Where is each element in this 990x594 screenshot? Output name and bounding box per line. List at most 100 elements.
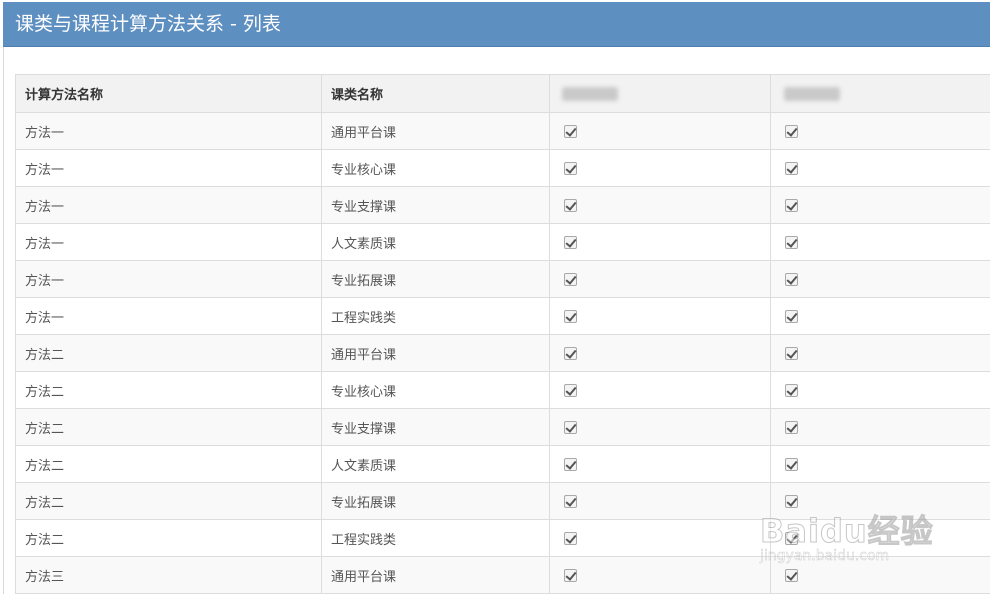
redacted-header-label: [784, 86, 840, 101]
cell-column-3-checkbox: [549, 297, 771, 335]
checkbox[interactable]: [785, 568, 798, 582]
cell-column-4-checkbox: [770, 149, 990, 187]
left-border: [3, 47, 4, 594]
cell-course-type: 通用平台课: [321, 112, 550, 150]
cell-column-3-checkbox: [549, 334, 771, 372]
table-row: 方法一 专业支撑课: [15, 186, 990, 224]
cell-course-type: 人文素质课: [321, 445, 550, 483]
cell-method-name: 方法一: [15, 186, 322, 224]
table-row: 方法二 专业支撑课: [15, 408, 990, 446]
checkbox[interactable]: [785, 198, 798, 212]
cell-course-type: 专业核心课: [321, 149, 550, 187]
cell-column-3-checkbox: [549, 556, 771, 594]
checkbox[interactable]: [564, 309, 577, 323]
table-body: 方法一 通用平台课 方法一 专业核心课 方法一 专业支撑课 方法一 人文素质课 方法一 专业拓展课…: [15, 112, 990, 594]
header-course-type: 课类名称: [321, 74, 550, 113]
cell-method-name: 方法一: [15, 223, 322, 261]
cell-method-name: 方法一: [15, 297, 322, 335]
cell-column-3-checkbox: [549, 519, 771, 557]
cell-column-3-checkbox: [549, 408, 771, 446]
checkbox[interactable]: [564, 494, 577, 508]
cell-column-4-checkbox: [770, 408, 990, 446]
cell-course-type: 通用平台课: [321, 334, 550, 372]
checkbox[interactable]: [564, 568, 577, 582]
cell-column-4-checkbox: [770, 112, 990, 150]
cell-column-4-checkbox: [770, 371, 990, 409]
checkbox[interactable]: [785, 161, 798, 175]
table-row: 方法二 工程实践类: [15, 519, 990, 557]
cell-method-name: 方法二: [15, 334, 322, 372]
cell-method-name: 方法一: [15, 112, 322, 150]
cell-course-type: 专业支撑课: [321, 408, 550, 446]
cell-column-3-checkbox: [549, 445, 771, 483]
cell-column-3-checkbox: [549, 186, 771, 224]
checkbox[interactable]: [785, 383, 798, 397]
checkbox[interactable]: [564, 124, 577, 138]
header-column-3: [549, 74, 771, 113]
table-row: 方法一 专业拓展课: [15, 260, 990, 298]
table-row: 方法三 通用平台课: [15, 556, 990, 594]
cell-column-4-checkbox: [770, 556, 990, 594]
checkbox[interactable]: [785, 494, 798, 508]
table-row: 方法二 通用平台课: [15, 334, 990, 372]
cell-column-3-checkbox: [549, 112, 771, 150]
cell-method-name: 方法一: [15, 149, 322, 187]
checkbox[interactable]: [785, 457, 798, 471]
cell-method-name: 方法二: [15, 482, 322, 520]
cell-course-type: 专业支撑课: [321, 186, 550, 224]
cell-column-4-checkbox: [770, 334, 990, 372]
checkbox[interactable]: [564, 198, 577, 212]
table-row: 方法二 专业核心课: [15, 371, 990, 409]
relation-table: 计算方法名称 课类名称 方法一 通用平台课 方法一 专业核心课 方法一 专业支撑课 方法一人…: [15, 74, 990, 594]
cell-method-name: 方法二: [15, 408, 322, 446]
checkbox[interactable]: [564, 235, 577, 249]
checkbox[interactable]: [785, 309, 798, 323]
cell-method-name: 方法二: [15, 371, 322, 409]
checkbox[interactable]: [564, 420, 577, 434]
table-row: 方法二 专业拓展课: [15, 482, 990, 520]
cell-column-4-checkbox: [770, 519, 990, 557]
cell-column-3-checkbox: [549, 223, 771, 261]
checkbox[interactable]: [564, 457, 577, 471]
cell-method-name: 方法一: [15, 260, 322, 298]
table-container: 计算方法名称 课类名称 方法一 通用平台课 方法一 专业核心课 方法一 专业支撑课 方法一人…: [15, 74, 990, 594]
checkbox[interactable]: [785, 420, 798, 434]
cell-course-type: 通用平台课: [321, 556, 550, 594]
cell-course-type: 工程实践类: [321, 297, 550, 335]
table-row: 方法二 人文素质课: [15, 445, 990, 483]
checkbox[interactable]: [785, 272, 798, 286]
checkbox[interactable]: [785, 235, 798, 249]
cell-course-type: 人文素质课: [321, 223, 550, 261]
cell-column-4-checkbox: [770, 186, 990, 224]
cell-column-3-checkbox: [549, 482, 771, 520]
cell-column-4-checkbox: [770, 297, 990, 335]
cell-method-name: 方法二: [15, 445, 322, 483]
table-row: 方法一 通用平台课: [15, 112, 990, 150]
checkbox[interactable]: [564, 272, 577, 286]
checkbox[interactable]: [785, 124, 798, 138]
cell-course-type: 工程实践类: [321, 519, 550, 557]
table-row: 方法一 专业核心课: [15, 149, 990, 187]
checkbox[interactable]: [564, 346, 577, 360]
checkbox[interactable]: [564, 383, 577, 397]
cell-column-4-checkbox: [770, 260, 990, 298]
checkbox[interactable]: [564, 531, 577, 545]
cell-course-type: 专业核心课: [321, 371, 550, 409]
header-column-4: [770, 74, 990, 113]
cell-method-name: 方法二: [15, 519, 322, 557]
cell-course-type: 专业拓展课: [321, 482, 550, 520]
checkbox[interactable]: [564, 161, 577, 175]
cell-column-3-checkbox: [549, 371, 771, 409]
cell-method-name: 方法三: [15, 556, 322, 594]
table-row: 方法一 工程实践类: [15, 297, 990, 335]
window-title: 课类与课程计算方法关系 - 列表: [15, 13, 281, 35]
cell-column-3-checkbox: [549, 149, 771, 187]
cell-column-3-checkbox: [549, 260, 771, 298]
checkbox[interactable]: [785, 346, 798, 360]
checkbox[interactable]: [785, 531, 798, 545]
table-header-row: 计算方法名称 课类名称: [15, 74, 990, 113]
window-title-bar: 课类与课程计算方法关系 - 列表: [3, 2, 990, 47]
cell-column-4-checkbox: [770, 223, 990, 261]
cell-column-4-checkbox: [770, 445, 990, 483]
table-row: 方法一 人文素质课: [15, 223, 990, 261]
